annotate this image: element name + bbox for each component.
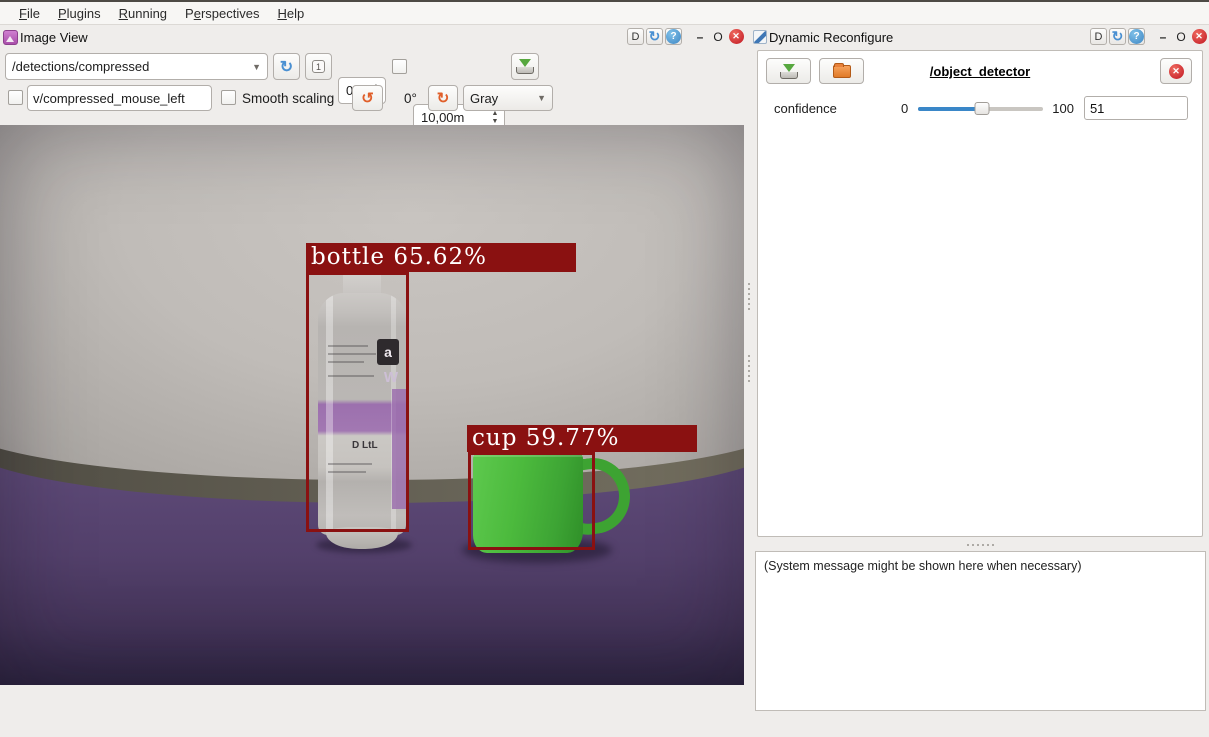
camera-image[interactable]: a W D LtL bottle 65.62%cup 59.77%: [0, 125, 744, 685]
image-view-titlebar: Image View D ↻ ? – O ✕: [0, 25, 746, 49]
image-topic-combo[interactable]: /detections/compressed ▼: [5, 53, 268, 80]
system-message-area[interactable]: (System message might be shown here when…: [755, 551, 1206, 711]
menu-item-file[interactable]: File: [10, 4, 49, 23]
image-view-dock: Image View D ↻ ? – O ✕ /detections/compr…: [0, 25, 746, 737]
param-row-confidence: confidence 0 100: [774, 95, 1190, 121]
image-view-titlebar-buttons: D ↻ ? – O ✕: [627, 28, 744, 45]
param-min-label: 0: [901, 101, 908, 116]
rqt-window: { "menu_bar": { "items": [ {"label": "Fi…: [0, 0, 1209, 737]
param-name-label: confidence: [774, 101, 901, 116]
image-view-plugin-icon: [3, 30, 18, 45]
minimize-button[interactable]: –: [692, 29, 708, 45]
horizontal-splitter[interactable]: [755, 540, 1206, 549]
confidence-value-input[interactable]: [1084, 96, 1188, 120]
max-range-value: 10,00m: [421, 110, 464, 125]
detection-box: [306, 272, 409, 532]
help-button[interactable]: ?: [1128, 28, 1145, 45]
close-node-button[interactable]: ✕: [1160, 58, 1192, 84]
dynamic-reconfigure-plugin-icon: [753, 30, 767, 44]
detection-layer: bottle 65.62% cup 59.77%: [0, 125, 744, 685]
dock-button[interactable]: D: [627, 28, 644, 45]
mouse-topic-value: v/compressed_mouse_left: [33, 91, 185, 106]
rotate-right-icon: ↻: [437, 89, 450, 107]
menu-bar: FilePluginsRunningPerspectivesHelp: [0, 2, 1209, 25]
reload-plugin-button[interactable]: ↻: [1109, 28, 1126, 45]
reload-icon: ↻: [1112, 28, 1124, 45]
detection-label: bottle 65.62%: [306, 243, 576, 272]
refresh-icon: ↻: [280, 57, 293, 77]
menu-item-running[interactable]: Running: [110, 4, 176, 23]
chevron-down-icon: ▼: [537, 93, 546, 103]
mouse-topic-field[interactable]: v/compressed_mouse_left: [27, 85, 212, 111]
slider-handle[interactable]: [974, 102, 989, 115]
color-scheme-value: Gray: [470, 91, 498, 106]
detection-label: cup 59.77%: [467, 425, 697, 452]
refresh-topics-button[interactable]: ↻: [273, 53, 300, 80]
dynamic-range-checkbox[interactable]: [392, 59, 407, 74]
chevron-down-icon: ▼: [252, 62, 261, 72]
publish-click-checkbox[interactable]: [8, 90, 23, 105]
help-button[interactable]: ?: [665, 28, 682, 45]
zoom-100-button[interactable]: 1: [305, 53, 332, 80]
close-icon: ✕: [1192, 29, 1207, 44]
param-max-label: 100: [1052, 101, 1074, 116]
image-topic-value: /detections/compressed: [12, 59, 149, 74]
float-button[interactable]: O: [1173, 29, 1189, 45]
confidence-slider[interactable]: [918, 101, 1043, 115]
close-dock-button[interactable]: ✕: [728, 29, 744, 45]
image-view-title: Image View: [20, 30, 88, 45]
close-icon: ✕: [729, 29, 744, 44]
dynamic-reconfigure-titlebar: Dynamic Reconfigure D ↻ ? – O ✕: [750, 25, 1209, 49]
float-button[interactable]: O: [710, 29, 726, 45]
rotate-left-button[interactable]: ↺: [352, 85, 383, 111]
reload-plugin-button[interactable]: ↻: [646, 28, 663, 45]
menu-item-help[interactable]: Help: [268, 4, 313, 23]
smooth-scaling-checkbox[interactable]: [221, 90, 236, 105]
save-image-icon: [516, 59, 534, 74]
help-icon: ?: [666, 29, 681, 44]
menu-item-perspectives[interactable]: Perspectives: [176, 4, 268, 23]
help-icon: ?: [1129, 29, 1144, 44]
smooth-scaling-label: Smooth scaling: [242, 85, 334, 111]
spin-up-icon: ▲: [489, 111, 501, 117]
dynamic-reconfigure-title: Dynamic Reconfigure: [769, 30, 893, 45]
minimize-button[interactable]: –: [1155, 29, 1171, 45]
rotate-right-button[interactable]: ↻: [428, 85, 458, 111]
rotation-angle-label: 0°: [404, 85, 417, 111]
spin-down-icon: ▼: [489, 119, 501, 125]
close-icon: ✕: [1169, 64, 1184, 79]
reload-icon: ↻: [649, 28, 661, 45]
zoom-1-icon: 1: [312, 60, 325, 73]
detection-box: [468, 452, 595, 550]
rotate-left-icon: ↺: [361, 89, 374, 107]
dock-button[interactable]: D: [1090, 28, 1107, 45]
close-dock-button[interactable]: ✕: [1191, 29, 1207, 45]
save-image-button[interactable]: [511, 53, 539, 80]
color-scheme-combo[interactable]: Gray ▼: [463, 85, 553, 111]
system-message-text: (System message might be shown here when…: [764, 559, 1082, 573]
slider-fill: [918, 107, 982, 111]
reconfigure-panel: /object_detector ✕ confidence 0 100: [757, 50, 1203, 537]
menu-item-plugins[interactable]: Plugins: [49, 4, 110, 23]
node-name-label[interactable]: /object_detector: [758, 64, 1202, 79]
dynamic-reconfigure-titlebar-buttons: D ↻ ? – O ✕: [1090, 28, 1207, 45]
